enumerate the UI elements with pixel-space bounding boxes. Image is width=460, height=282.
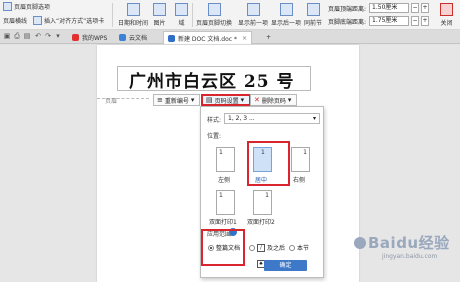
previous-icon xyxy=(246,3,260,16)
undo-icon[interactable]: ↶ xyxy=(34,32,42,41)
delete-page-number-button[interactable]: ✕ 删除页码 ▾ xyxy=(250,94,298,106)
apply-this-section-radio[interactable]: 本节 xyxy=(289,243,309,252)
delete-icon: ✕ xyxy=(254,95,260,104)
switch-icon xyxy=(207,3,221,16)
baidu-logo: Baidu经验 xyxy=(352,232,450,253)
page-settings-icon: ▤ xyxy=(206,95,213,104)
chevron-down-icon: ▾ xyxy=(190,95,195,104)
footer-bottom-distance-spinner[interactable]: 页脚底端距离: 1.75厘米 − + xyxy=(328,16,430,26)
radio-icon xyxy=(289,244,295,251)
next-icon xyxy=(279,3,293,16)
document-icon xyxy=(168,34,175,42)
insert-alignment-tab-button[interactable]: 插入“对齐方式”选项卡 xyxy=(33,16,104,25)
document-title[interactable]: 广州市白云区 25 号 xyxy=(129,67,295,92)
header-top-distance-input[interactable]: 1.50厘米 xyxy=(369,3,410,13)
renumber-button[interactable]: ≡ 重新编号 ▾ xyxy=(153,94,201,106)
header-footer-option-button[interactable]: 页眉页脚选项 xyxy=(3,2,50,11)
edit-icon: / xyxy=(257,243,265,252)
picture-button[interactable]: 图片 xyxy=(153,3,166,27)
baidu-paw-icon xyxy=(354,236,366,249)
same-as-previous-button[interactable]: 同前节 xyxy=(304,3,322,27)
field-button[interactable]: 域 xyxy=(175,3,188,27)
ribbon-divider xyxy=(112,3,113,27)
increase-button[interactable]: + xyxy=(421,16,430,26)
position-duplex1-label: 双面打印1 xyxy=(209,219,237,226)
baidu-url: jingyan.baidu.com xyxy=(382,253,438,260)
chevron-down-icon: ▾ xyxy=(240,95,245,104)
close-icon xyxy=(440,3,453,16)
document-tab-bar: ▣ ⎙ ▤ ↶ ↷ ▾ 我的WPS 云文档 新建 DOC 文档.doc * × … xyxy=(0,30,460,44)
apply-this-and-after-radio[interactable]: / 及之后 xyxy=(249,243,285,252)
chevron-down-icon[interactable]: ▾ xyxy=(54,32,62,41)
redo-icon[interactable]: ↷ xyxy=(44,32,52,41)
show-next-button[interactable]: 显示后一项 xyxy=(271,3,301,27)
field-icon xyxy=(175,3,188,16)
position-right-label: 右侧 xyxy=(293,177,306,184)
close-tab-icon[interactable]: × xyxy=(242,35,247,42)
tab-stop-icon xyxy=(33,16,42,25)
radio-icon xyxy=(249,244,255,251)
header-top-distance-spinner[interactable]: 页眉顶端距离: 1.50厘米 − + xyxy=(328,3,430,13)
position-duplex2-option[interactable]: 1 xyxy=(253,190,272,215)
page-number-settings-panel: 样式: 1, 2, 3 ... ▾ 位置: 1 左侧 1 居中 1 右侧 1 双… xyxy=(200,106,324,278)
tab-new-doc[interactable]: 新建 DOC 文档.doc * × xyxy=(163,31,252,44)
new-tab-button[interactable]: + xyxy=(262,31,275,44)
renumber-icon: ≡ xyxy=(157,95,163,104)
preview-icon[interactable]: ▤ xyxy=(23,32,31,41)
baidu-watermark: Baidu经验 jingyan.baidu.com xyxy=(352,232,450,260)
highlight-center-option xyxy=(247,141,290,186)
position-duplex1-option[interactable]: 1 xyxy=(216,190,235,215)
footer-bottom-distance-input[interactable]: 1.75厘米 xyxy=(369,16,410,26)
position-right-option[interactable]: 1 xyxy=(291,147,310,172)
close-header-footer-button[interactable]: 关闭 xyxy=(440,3,453,27)
position-duplex2-label: 双面打印2 xyxy=(247,219,275,226)
page-number-settings-button[interactable]: ▤ 页码设置 ▾ xyxy=(201,94,252,106)
link-previous-icon xyxy=(306,3,320,16)
calendar-icon xyxy=(126,3,140,16)
show-previous-button[interactable]: 显示前一项 xyxy=(238,3,268,27)
header-footer-switch-button[interactable]: 页眉页脚切换 xyxy=(196,3,232,27)
ok-button[interactable]: 确定 xyxy=(264,260,307,271)
header-line-button[interactable]: 页眉横线 xyxy=(3,16,27,25)
tab-cloud-docs[interactable]: 云文档 xyxy=(115,31,151,44)
highlight-apply-range xyxy=(201,229,245,266)
style-label: 样式: xyxy=(207,117,222,124)
decrease-button[interactable]: − xyxy=(411,16,420,26)
decrease-button[interactable]: − xyxy=(411,3,420,13)
ribbon-toolbar: 页眉页脚选项 页眉横线 插入“对齐方式”选项卡 日期和时间 图片 域 页眉页脚切… xyxy=(0,0,460,30)
style-select[interactable]: 1, 2, 3 ... ▾ xyxy=(224,113,320,124)
print-icon[interactable]: ⎙ xyxy=(13,32,21,41)
wps-icon xyxy=(72,34,79,41)
save-icon[interactable]: ▣ xyxy=(3,32,11,41)
chevron-down-icon: ▾ xyxy=(287,95,292,104)
cloud-icon xyxy=(119,34,126,41)
date-time-button[interactable]: 日期和时间 xyxy=(118,3,148,27)
tab-my-wps[interactable]: 我的WPS xyxy=(68,31,111,44)
position-left-option[interactable]: 1 xyxy=(216,147,235,172)
position-left-label: 左侧 xyxy=(218,177,231,184)
increase-button[interactable]: + xyxy=(421,3,430,13)
header-label: 页眉 xyxy=(105,98,118,105)
ribbon-divider xyxy=(192,3,193,27)
position-label: 位置: xyxy=(207,133,222,140)
picture-icon xyxy=(153,3,166,16)
chevron-down-icon: ▾ xyxy=(312,115,316,122)
header-option-icon xyxy=(3,2,12,11)
